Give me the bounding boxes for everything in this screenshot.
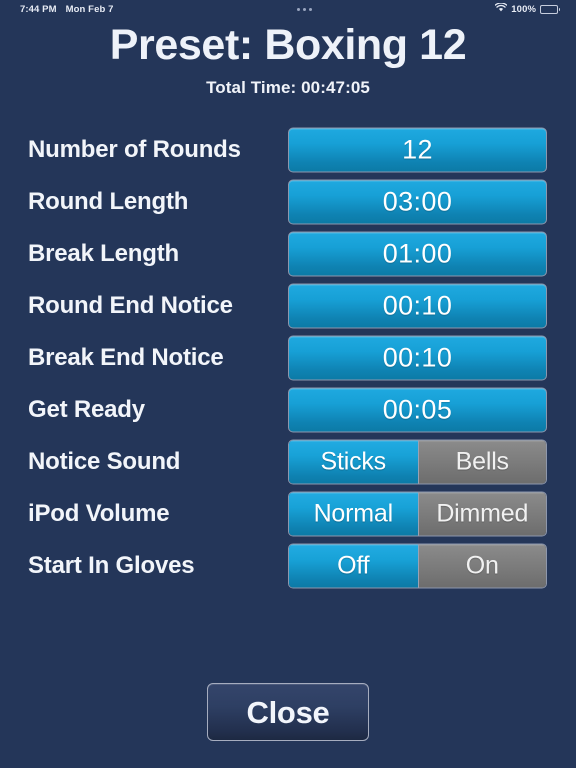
- segment-start-in-gloves-on[interactable]: On: [417, 544, 546, 588]
- status-bar-right: 100%: [494, 2, 568, 15]
- status-time: 7:44 PM: [20, 3, 57, 15]
- dot-icon: [302, 7, 306, 11]
- setting-label: Round Length: [28, 188, 189, 215]
- close-button-label: Close: [246, 694, 330, 730]
- segment-start-in-gloves-off[interactable]: Off: [289, 544, 418, 588]
- value-button-number-of-rounds[interactable]: 12: [288, 127, 547, 173]
- segmented-control-ipod-volume: Normal Dimmed: [288, 491, 547, 537]
- close-button[interactable]: Close: [207, 683, 369, 741]
- total-time-label: Total Time: 00:47:05: [206, 78, 370, 98]
- value-text: 00:05: [382, 394, 453, 425]
- value-text: 03:00: [382, 186, 453, 217]
- status-bar-left: 7:44 PM Mon Feb 7: [8, 4, 113, 15]
- segmented-control-start-in-gloves: Off On: [288, 543, 547, 589]
- setting-label: Round End Notice: [28, 292, 233, 319]
- multitask-indicator: [113, 7, 495, 11]
- setting-row-start-in-gloves: Start In Gloves Off On: [0, 540, 576, 592]
- dot-icon: [296, 7, 300, 11]
- value-button-break-length[interactable]: 01:00: [288, 231, 547, 277]
- value-text: 12: [402, 134, 433, 165]
- wifi-icon: [494, 2, 508, 15]
- value-text: 00:10: [382, 290, 453, 321]
- status-bar: 7:44 PM Mon Feb 7 100%: [0, 0, 576, 18]
- segmented-control-notice-sound: Sticks Bells: [288, 439, 547, 485]
- status-date: Mon Feb 7: [65, 3, 114, 15]
- battery-icon: [540, 4, 560, 14]
- value-button-round-length[interactable]: 03:00: [288, 179, 547, 225]
- value-button-round-end-notice[interactable]: 00:10: [288, 283, 547, 329]
- setting-label: iPod Volume: [28, 500, 170, 527]
- dot-icon: [308, 7, 312, 11]
- setting-label: Notice Sound: [28, 448, 181, 475]
- segment-ipod-volume-normal[interactable]: Normal: [289, 492, 418, 536]
- setting-row-get-ready: Get Ready 00:05: [0, 384, 576, 436]
- value-text: 00:10: [382, 342, 453, 373]
- battery-percent: 100%: [511, 3, 536, 15]
- setting-row-ipod-volume: iPod Volume Normal Dimmed: [0, 488, 576, 540]
- setting-label: Break End Notice: [28, 344, 224, 371]
- setting-row-number-of-rounds: Number of Rounds 12: [0, 124, 576, 176]
- settings-list: Number of Rounds 12 Round Length 03:00 B…: [0, 124, 576, 592]
- value-button-get-ready[interactable]: 00:05: [288, 387, 547, 433]
- setting-row-break-end-notice: Break End Notice 00:10: [0, 332, 576, 384]
- segment-ipod-volume-dimmed[interactable]: Dimmed: [417, 492, 546, 536]
- value-text: 01:00: [382, 238, 453, 269]
- header: Preset: Boxing 12 Total Time: 00:47:05: [0, 18, 576, 98]
- setting-row-notice-sound: Notice Sound Sticks Bells: [0, 436, 576, 488]
- setting-label: Break Length: [28, 240, 179, 267]
- value-button-break-end-notice[interactable]: 00:10: [288, 335, 547, 381]
- setting-label: Get Ready: [28, 396, 145, 423]
- page-title: Preset: Boxing 12: [109, 21, 467, 69]
- setting-label: Number of Rounds: [28, 136, 241, 163]
- setting-row-round-length: Round Length 03:00: [0, 176, 576, 228]
- segment-notice-sound-sticks[interactable]: Sticks: [289, 440, 418, 484]
- setting-row-round-end-notice: Round End Notice 00:10: [0, 280, 576, 332]
- segment-notice-sound-bells[interactable]: Bells: [417, 440, 546, 484]
- setting-row-break-length: Break Length 01:00: [0, 228, 576, 280]
- app-screen: 7:44 PM Mon Feb 7 100% Preset: Boxing 12…: [0, 0, 576, 768]
- setting-label: Start In Gloves: [28, 552, 195, 579]
